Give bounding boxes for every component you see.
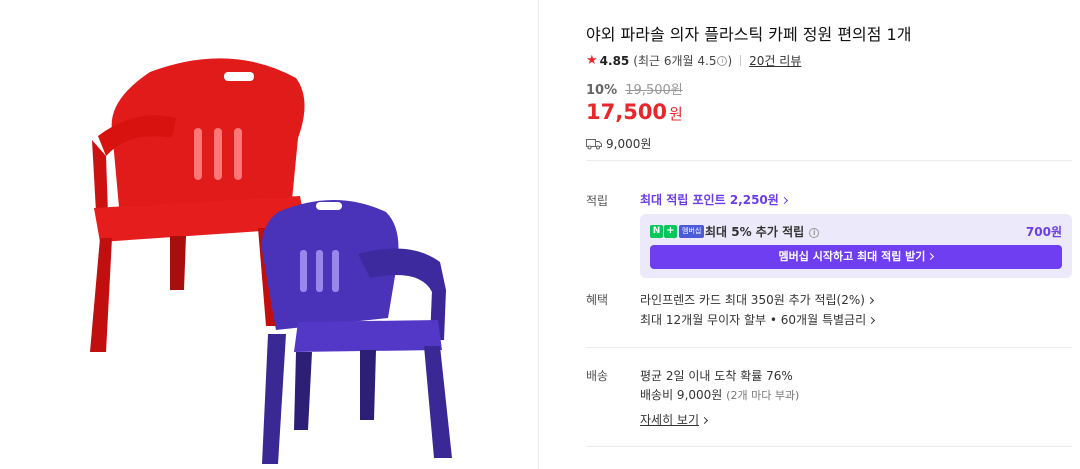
purple-chair xyxy=(261,200,452,464)
chevron-right-icon xyxy=(866,296,874,305)
benefit-installment-text: 최대 12개월 무이자 할부 • 60개월 특별금리 xyxy=(640,313,867,327)
rating-value: 4.85 xyxy=(599,53,630,68)
product-info: 야외 파라솔 의자 플라스틱 카페 정원 편의점 1개 ★ 4.85 (최근 6… xyxy=(586,0,1072,469)
product-image[interactable] xyxy=(0,0,538,469)
chevron-right-icon xyxy=(700,416,709,425)
recent-rating-close: ) xyxy=(727,53,733,68)
membership-button-label: 멤버십 시작하고 최대 적립 받기 xyxy=(778,250,926,263)
extra-points-amount: 700원 xyxy=(1025,225,1062,239)
section-divider xyxy=(586,160,1072,161)
chevron-right-icon xyxy=(927,252,935,261)
delivery-fee-row: 배송비 9,000원 (2개 마다 부과) xyxy=(640,386,799,403)
details-link-label: 자세히 보기 xyxy=(640,413,700,427)
product-image-panel xyxy=(0,0,538,469)
rating-row: ★ 4.85 (최근 6개월 4.5 i ) 20건 리뷰 xyxy=(586,52,801,69)
review-count-link[interactable]: 20건 리뷰 xyxy=(749,52,801,69)
shipping-fee: 9,000원 xyxy=(606,137,652,151)
star-icon: ★ xyxy=(586,53,598,68)
discount-rate: 10% xyxy=(586,83,618,98)
delivery-label: 배송 xyxy=(586,369,609,383)
section-divider xyxy=(586,446,1072,447)
delivery-fee: 배송비 9,000원 xyxy=(640,388,723,402)
info-icon[interactable]: i xyxy=(717,55,728,66)
truck-icon xyxy=(586,138,602,149)
max-points-text: 최대 적립 포인트 2,250원 xyxy=(640,193,779,207)
chevron-right-icon xyxy=(868,316,876,325)
original-price: 19,500원 xyxy=(625,83,683,98)
shipping-row: 9,000원 xyxy=(586,135,651,152)
benefits-label: 혜택 xyxy=(586,293,609,307)
membership-badge: 멤버십 xyxy=(679,225,705,238)
chevron-right-icon xyxy=(780,196,788,205)
max-points-link[interactable]: 최대 적립 포인트 2,250원 xyxy=(640,191,788,208)
points-label: 적립 xyxy=(586,194,609,208)
benefit-card-link[interactable]: 라인프렌즈 카드 최대 350원 추가 적립(2%) xyxy=(640,291,874,308)
arrival-probability: 평균 2일 이내 도착 확률 76% xyxy=(640,369,793,383)
extra-points-label: 최대 5% 추가 적립 xyxy=(705,225,805,239)
naver-plus-badge: N + 멤버십 xyxy=(650,225,705,238)
section-divider xyxy=(586,347,1072,348)
membership-start-button[interactable]: 멤버십 시작하고 최대 적립 받기 xyxy=(650,245,1062,269)
divider xyxy=(740,55,742,66)
recent-rating: (최근 6개월 4.5 xyxy=(633,54,717,68)
panel-divider xyxy=(538,0,539,469)
delivery-fee-note: (2개 마다 부과) xyxy=(726,389,800,402)
membership-box: N + 멤버십 최대 5% 추가 적립 i 700원 멤버십 시작하고 최대 적… xyxy=(640,214,1072,278)
discount-row: 10% 19,500원 xyxy=(586,79,683,98)
details-link[interactable]: 자세히 보기 xyxy=(640,411,709,428)
extra-points-text: 최대 5% 추가 적립 i xyxy=(705,223,820,240)
plus-icon: + xyxy=(664,225,677,238)
product-title: 야외 파라솔 의자 플라스틱 카페 정원 편의점 1개 xyxy=(586,25,912,44)
benefit-card-text: 라인프렌즈 카드 최대 350원 추가 적립(2%) xyxy=(640,293,865,307)
naver-n-icon: N xyxy=(650,225,663,238)
currency-unit: 원 xyxy=(669,105,683,123)
price-row: 17,500 원 xyxy=(586,100,683,124)
sale-price: 17,500 xyxy=(586,100,668,124)
info-icon[interactable]: i xyxy=(809,227,820,238)
benefit-installment-link[interactable]: 최대 12개월 무이자 할부 • 60개월 특별금리 xyxy=(640,311,876,328)
